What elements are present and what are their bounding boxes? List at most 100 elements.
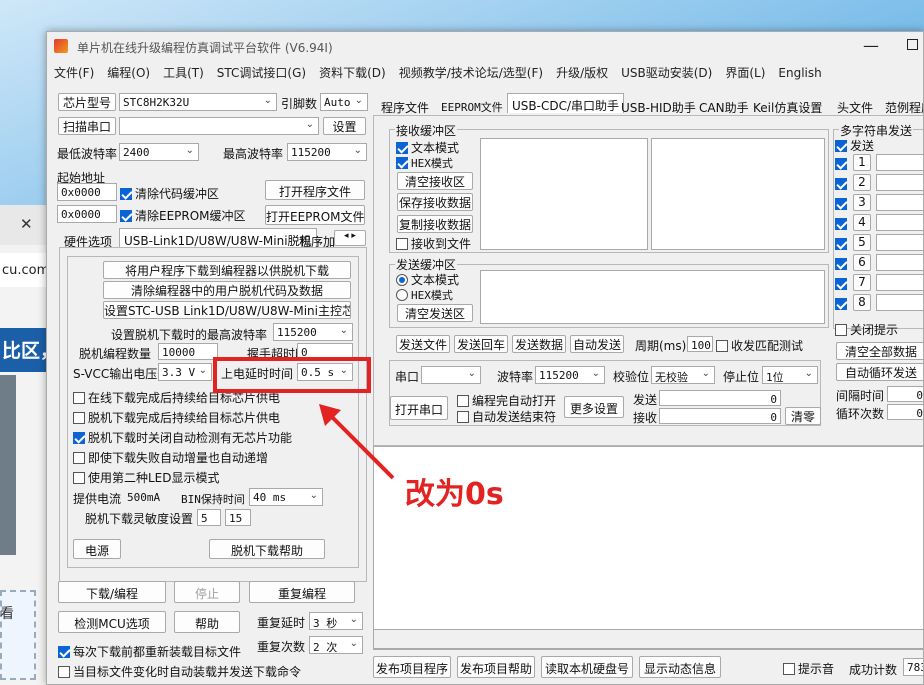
multi-row-send-button[interactable]: 2 bbox=[853, 174, 871, 191]
download-program-button[interactable]: 下载/编程 bbox=[58, 581, 166, 603]
receive-to-file-checkbox[interactable]: 接收到文件 bbox=[396, 235, 471, 252]
clear-offline-code-button[interactable]: 清除编程器中的用户脱机代码及数据 bbox=[103, 281, 351, 299]
offline-max-baud-select[interactable]: 115200 ⌄ bbox=[273, 323, 353, 341]
tab-usb-link-offline[interactable]: USB-Link1D/U8W/U8W-Mini脱机 bbox=[119, 228, 317, 248]
auto-terminator-checkbox[interactable]: 自动发送结束符 bbox=[457, 408, 556, 425]
multi-row-field[interactable] bbox=[876, 254, 923, 271]
multi-row-checkbox[interactable] bbox=[835, 177, 850, 191]
tip-sound-checkbox[interactable]: 提示音 bbox=[783, 660, 834, 677]
multi-row-checkbox[interactable] bbox=[835, 237, 850, 251]
multi-row-send-button[interactable]: 1 bbox=[853, 154, 871, 171]
max-baud-select[interactable]: 115200 ⌄ bbox=[287, 143, 367, 161]
multi-row-checkbox[interactable] bbox=[835, 277, 850, 291]
close-icon[interactable]: ✕ bbox=[20, 215, 33, 233]
tab-keil-sim[interactable]: Keil仿真设置 bbox=[749, 96, 826, 116]
tab-eeprom-file[interactable]: EEPROM文件 bbox=[437, 96, 507, 116]
parity-select[interactable]: 无校验 ⌄ bbox=[651, 366, 715, 384]
clear-send-button[interactable]: 清空发送区 bbox=[397, 304, 473, 322]
power-button[interactable]: 电源 bbox=[73, 539, 121, 559]
browser-url[interactable]: cu.com bbox=[0, 253, 48, 287]
maximize-icon[interactable] bbox=[907, 39, 918, 50]
tab-header-file[interactable]: 头文件 bbox=[833, 96, 877, 116]
tab-usb-hid[interactable]: USB-HID助手 bbox=[617, 96, 700, 116]
receive-text-area[interactable] bbox=[480, 138, 648, 250]
multi-row-checkbox[interactable] bbox=[835, 257, 850, 271]
reload-before-download-checkbox[interactable]: 每次下载前都重新装载目标文件 bbox=[58, 643, 241, 660]
close-tip-checkbox[interactable]: 关闭提示 bbox=[835, 321, 898, 338]
menu-item[interactable]: English bbox=[771, 63, 827, 80]
tab-scroll-arrows[interactable]: ◂ ▸ bbox=[334, 230, 366, 246]
menu-item[interactable]: 视频教学/技术论坛/选型(F) bbox=[392, 61, 549, 81]
save-receive-button[interactable]: 保存接收数据 bbox=[397, 193, 473, 211]
led-mode-checkbox[interactable]: 使用第二种LED显示模式 bbox=[73, 469, 220, 486]
multi-row-field[interactable] bbox=[876, 294, 923, 311]
clear-receive-button[interactable]: 清空接收区 bbox=[397, 172, 473, 190]
open-eeprom-button[interactable]: 打开EEPROM文件 bbox=[265, 205, 365, 225]
match-test-checkbox[interactable]: 收发匹配测试 bbox=[716, 337, 803, 354]
publish-program-button[interactable]: 发布项目程序 bbox=[373, 656, 451, 678]
loop-count-field[interactable]: 0 bbox=[887, 404, 923, 420]
bin-hold-select[interactable]: 40 ms ⌄ bbox=[249, 488, 323, 506]
send-data-button[interactable]: 发送数据 bbox=[512, 335, 566, 353]
show-dynamic-info-button[interactable]: 显示动态信息 bbox=[639, 656, 721, 678]
chip-model-select[interactable]: STC8H2K32U ⌄ bbox=[119, 93, 277, 111]
multi-row-send-button[interactable]: 6 bbox=[853, 254, 871, 271]
eeprom-address-field[interactable]: 0x0000 bbox=[57, 205, 117, 223]
offline-help-button[interactable]: 脱机下载帮助 bbox=[209, 539, 325, 559]
tab-can[interactable]: CAN助手 bbox=[695, 96, 753, 116]
auto-load-checkbox[interactable]: 当目标文件变化时自动装载并发送下载命令 bbox=[58, 663, 301, 680]
tab-program-file[interactable]: 程序文件 bbox=[377, 96, 433, 116]
interval-field[interactable]: 0 bbox=[887, 386, 923, 402]
baud-rate-select[interactable]: 115200 ⌄ bbox=[535, 366, 605, 384]
clear-all-data-button[interactable]: 清空全部数据 bbox=[836, 342, 923, 360]
multi-row-send-button[interactable]: 8 bbox=[853, 294, 871, 311]
menu-item[interactable]: STC调试接口(G) bbox=[210, 61, 312, 81]
receive-hex-area[interactable] bbox=[651, 138, 825, 250]
multi-send-checkbox[interactable]: 发送 bbox=[835, 137, 874, 154]
menu-item[interactable]: 编程(O) bbox=[100, 61, 156, 81]
multi-row-send-button[interactable]: 7 bbox=[853, 274, 871, 291]
multi-row-field[interactable] bbox=[876, 274, 923, 291]
scan-port-button[interactable]: 扫描串口 bbox=[58, 117, 116, 135]
minimize-icon[interactable]: — bbox=[863, 36, 879, 55]
multi-row-checkbox[interactable] bbox=[835, 297, 850, 311]
reprogram-button[interactable]: 重复编程 bbox=[249, 581, 355, 603]
sensitivity-b-field[interactable]: 15 bbox=[225, 509, 251, 526]
send-cr-button[interactable]: 发送回车 bbox=[454, 335, 508, 353]
multi-row-field[interactable] bbox=[876, 234, 923, 251]
serial-port-select[interactable]: ⌄ bbox=[421, 366, 481, 384]
port-select[interactable]: ⌄ bbox=[119, 117, 319, 135]
clear-count-button[interactable]: 清零 bbox=[785, 407, 821, 425]
detect-mcu-button[interactable]: 检测MCU选项 bbox=[58, 611, 166, 633]
supply-current-value[interactable]: 500mA bbox=[127, 491, 160, 504]
menu-item[interactable]: 升级/版权 bbox=[549, 61, 614, 81]
multi-row-send-button[interactable]: 4 bbox=[853, 214, 871, 231]
menu-item[interactable]: 界面(L) bbox=[718, 61, 771, 81]
send-file-button[interactable]: 发送文件 bbox=[396, 335, 450, 353]
send-text-area[interactable] bbox=[480, 270, 825, 324]
multi-row-field[interactable] bbox=[876, 154, 923, 171]
help-button[interactable]: 帮助 bbox=[174, 611, 240, 633]
multi-row-checkbox[interactable] bbox=[835, 197, 850, 211]
menu-item[interactable]: 文件(F) bbox=[47, 61, 100, 81]
tab-usb-cdc-serial[interactable]: USB-CDC/串口助手 bbox=[507, 93, 625, 113]
multi-row-field[interactable] bbox=[876, 214, 923, 231]
offline-count-field[interactable]: 10000 bbox=[158, 343, 218, 360]
horizontal-scrollbar[interactable] bbox=[373, 629, 923, 649]
repeat-delay-select[interactable]: 3 秒 ⌄ bbox=[309, 612, 363, 630]
read-disk-id-button[interactable]: 读取本机硬盘号 bbox=[541, 656, 633, 678]
multi-row-send-button[interactable]: 5 bbox=[853, 234, 871, 251]
send-hex-mode-radio[interactable]: HEX模式 bbox=[396, 287, 453, 303]
recv-text-mode-checkbox[interactable]: 文本模式 bbox=[396, 139, 459, 156]
offline-power-checkbox[interactable]: 脱机下载完成后持续给目标芯片供电 bbox=[73, 409, 280, 426]
code-address-field[interactable]: 0x0000 bbox=[57, 183, 117, 201]
pin-count-select[interactable]: Auto ⌄ bbox=[320, 93, 368, 111]
set-master-chip-button[interactable]: 设置STC-USB Link1D/U8W/U8W-Mini主控芯片 bbox=[103, 301, 351, 319]
period-field[interactable]: 100 bbox=[687, 336, 713, 352]
clear-code-checkbox[interactable]: 清除代码缓冲区 bbox=[120, 185, 219, 202]
auto-increment-checkbox[interactable]: 即使下载失败自动增量也自动递增 bbox=[73, 449, 268, 466]
repeat-count-select[interactable]: 2 次 ⌄ bbox=[309, 636, 363, 654]
auto-loop-send-button[interactable]: 自动循环发送 bbox=[836, 363, 923, 381]
multi-row-field[interactable] bbox=[876, 174, 923, 191]
svcc-voltage-select[interactable]: 3.3 V ⌄ bbox=[158, 363, 212, 381]
